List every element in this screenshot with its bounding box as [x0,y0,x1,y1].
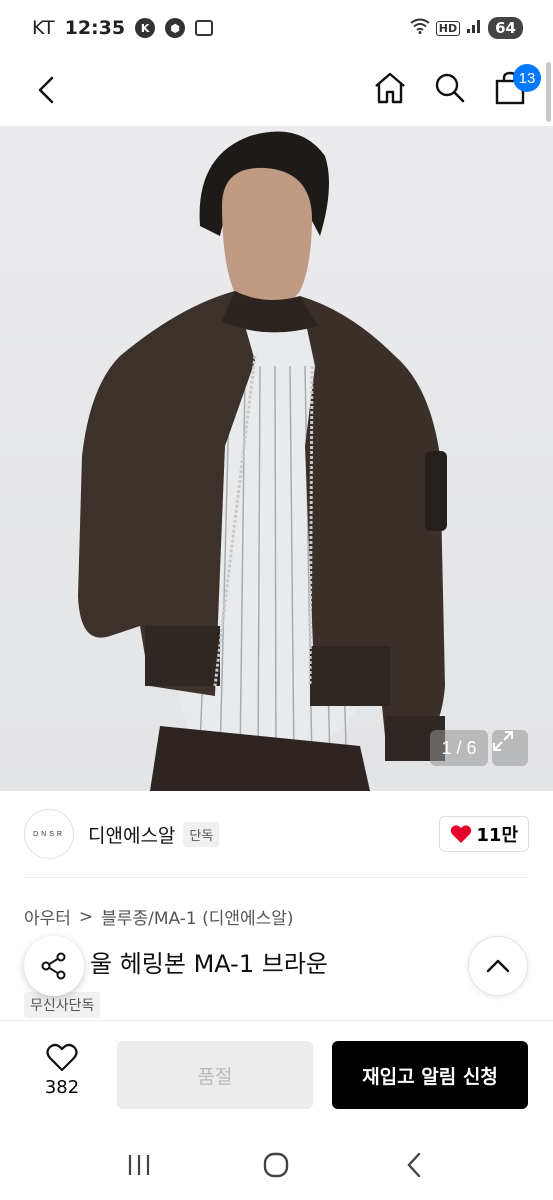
wishlist-count: 382 [44,1077,80,1098]
status-bar: KT 12:35 K ⬢ HD 64 [0,0,553,56]
breadcrumb-separator: > [78,906,94,927]
category-breadcrumb: 아우터 > 블루종/MA-1 (디앤에스알) [24,904,294,930]
chevron-left-icon [38,76,54,104]
musinsa-exclusive-tag: 무신사단독 [24,992,101,1018]
brand-row: DNSR 디앤에스알 단독 11만 [24,804,529,864]
home-circle-icon [264,1152,289,1178]
share-button[interactable] [24,936,84,996]
product-photo-model-jacket [78,131,447,791]
wifi-icon [410,18,430,38]
search-button[interactable] [431,66,469,110]
chevron-up-icon [486,959,510,973]
expand-icon [493,731,513,751]
screenshot-notification-icon [195,20,214,36]
divider [24,877,529,878]
signal-icon [466,18,482,38]
cart-count-badge: 13 [513,64,541,92]
home-button[interactable] [371,66,409,110]
kakao-notification-icon: K [135,18,156,38]
recent-apps-icon [128,1155,149,1175]
search-icon [435,73,465,103]
restock-alert-button[interactable]: 재입고 알림 신청 [332,1041,528,1109]
image-counter: 1 / 6 [430,730,488,766]
heart-filled-icon [451,825,472,843]
breadcrumb-category[interactable]: 아우터 [24,904,71,929]
brand-like-count: 11만 [476,825,518,846]
network-type-label: HD [435,20,461,36]
bottom-action-bar: 382 품절 재입고 알림 신청 [0,1020,553,1130]
home-system-button[interactable] [251,1140,301,1190]
cart-button[interactable]: 13 [491,64,541,110]
brand-name[interactable]: 디앤에스알 [88,821,175,848]
battery-level: 64 [488,17,523,39]
status-right: HD 64 [410,17,523,39]
status-left: KT 12:35 K ⬢ [32,17,214,39]
app-notification-icon: ⬢ [165,18,186,38]
product-image-gallery[interactable]: 1 / 6 [0,126,553,791]
system-back-button[interactable] [389,1140,439,1190]
carrier-label: KT [32,17,55,39]
expand-image-button[interactable] [492,730,528,766]
share-icon [41,952,66,980]
brand-logo[interactable]: DNSR [24,809,74,859]
back-button[interactable] [26,70,66,110]
scrollbar[interactable] [546,62,551,122]
breadcrumb-subcategory[interactable]: 블루종/MA-1 (디앤에스알) [101,904,293,929]
product-title: 울 헤링본 MA-1 브라운 [90,950,328,978]
back-arrow-icon [407,1152,421,1178]
brand-exclusive-badge: 단독 [183,821,220,847]
system-navigation-bar [0,1130,553,1200]
clock: 12:35 [64,17,126,39]
recent-apps-button[interactable] [114,1140,164,1190]
soldout-button[interactable]: 품절 [117,1041,313,1109]
scroll-to-top-button[interactable] [468,936,528,996]
wishlist-button[interactable]: 382 [34,1043,90,1098]
top-nav-bar: 13 [0,56,553,126]
nav-actions: 13 [371,64,541,110]
home-icon [375,72,405,104]
heart-outline-icon [46,1043,78,1072]
brand-like-button[interactable]: 11만 [439,816,529,852]
